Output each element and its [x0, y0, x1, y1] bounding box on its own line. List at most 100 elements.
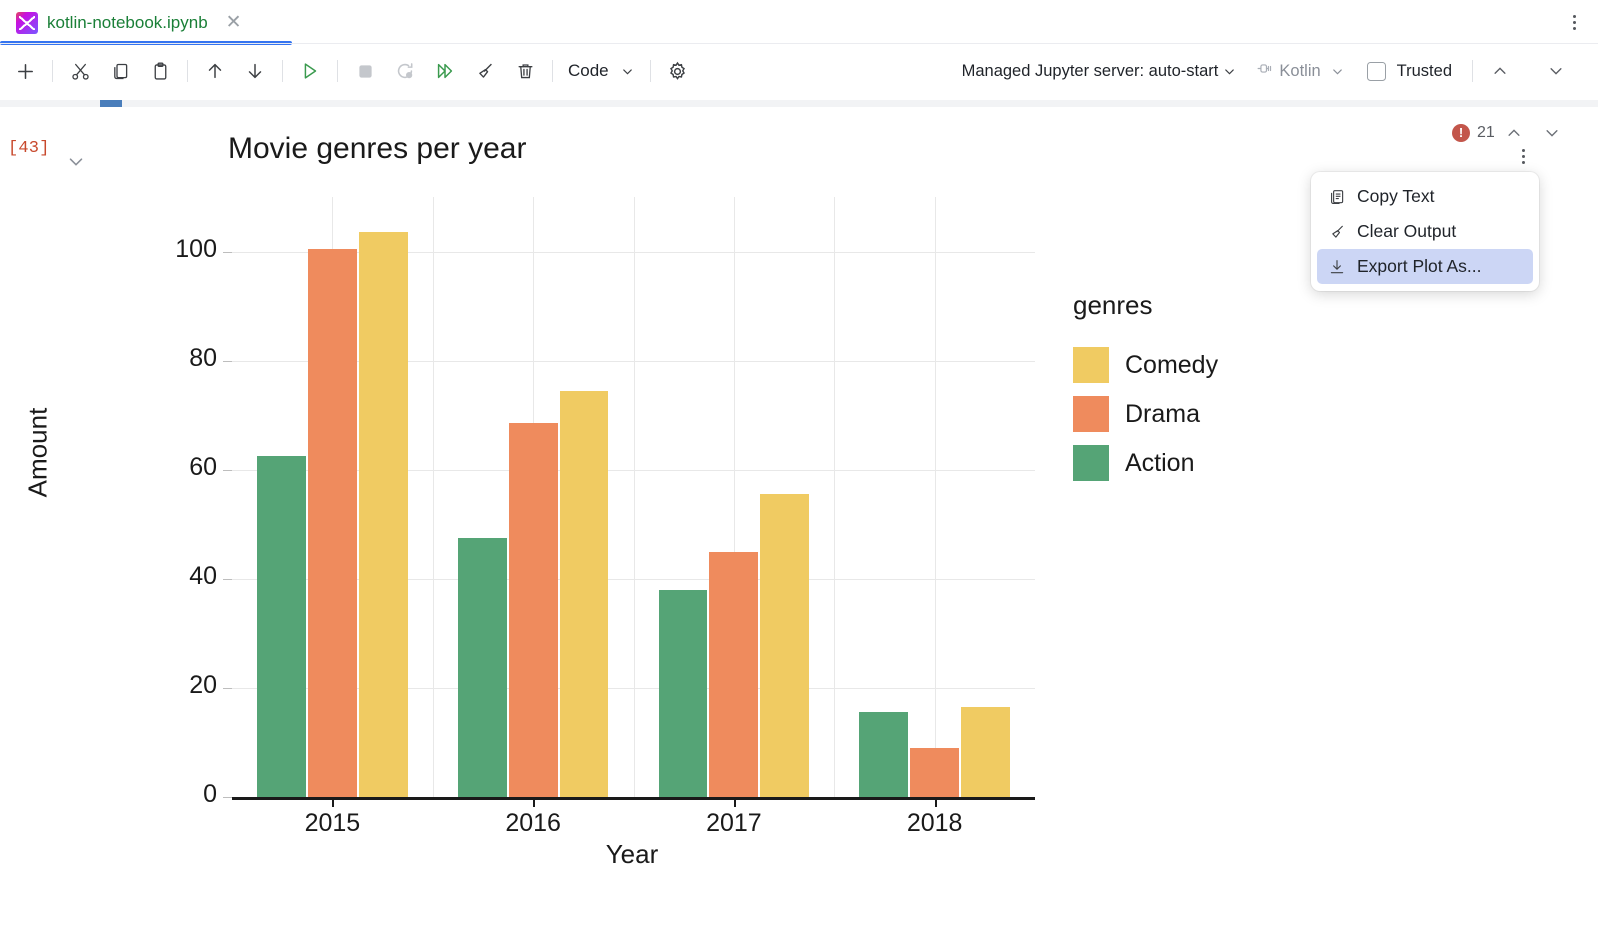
chart-category-gridline: [433, 197, 434, 797]
run-cell-button[interactable]: [290, 51, 330, 91]
paste-cell-button[interactable]: [140, 51, 180, 91]
download-icon: [1327, 257, 1346, 276]
legend-item[interactable]: Action: [1073, 445, 1303, 481]
legend-swatch: [1073, 396, 1109, 432]
toolbar-divider: [187, 60, 188, 82]
cut-cell-button[interactable]: [60, 51, 100, 91]
menu-item-export-plot-as[interactable]: Export Plot As...: [1317, 249, 1533, 284]
chart-x-axis-line: [232, 797, 1035, 800]
menu-item-copy-text[interactable]: Copy Text: [1317, 179, 1533, 214]
tab-bar-divider: [0, 43, 1598, 44]
chart-bar: [910, 747, 960, 797]
move-cell-down-button[interactable]: [235, 51, 275, 91]
chart-bar: [658, 589, 708, 797]
toolbar-right-group: Managed Jupyter server: auto-start Kotli…: [962, 51, 1598, 91]
chart-y-tick-mark: [223, 469, 232, 471]
toolbar-divider: [282, 60, 283, 82]
output-more-vertical-icon[interactable]: [1515, 145, 1531, 167]
legend-swatch: [1073, 445, 1109, 481]
error-count: 21: [1477, 124, 1495, 141]
legend-label: Comedy: [1125, 350, 1219, 379]
chart-bar: [457, 537, 507, 797]
legend-item[interactable]: Comedy: [1073, 347, 1303, 383]
next-cell-button[interactable]: [1536, 51, 1576, 91]
chart-y-tick-label: 0: [203, 780, 217, 808]
kernel-selector[interactable]: Kotlin: [1255, 59, 1344, 83]
output-next-chevron-down-icon[interactable]: [1543, 124, 1561, 147]
chart-bar: [559, 390, 609, 797]
menu-item-clear-output[interactable]: Clear Output: [1317, 214, 1533, 249]
output-nav-group: [1505, 124, 1561, 147]
legend-swatch: [1073, 347, 1109, 383]
copy-cell-button[interactable]: [100, 51, 140, 91]
chart-x-tick-label: 2018: [906, 809, 963, 837]
trusted-toggle[interactable]: Trusted: [1366, 61, 1452, 81]
plug-icon: [1255, 59, 1274, 83]
output-prev-chevron-up-icon[interactable]: [1505, 124, 1523, 147]
chart-bar: [307, 248, 357, 797]
toolbar-divider: [52, 60, 53, 82]
chart-y-tick-mark: [223, 360, 232, 362]
chart-x-tick-label: 2016: [505, 809, 561, 837]
chevron-down-icon[interactable]: [1222, 64, 1237, 79]
chart-x-tick-mark: [533, 800, 535, 807]
chart-y-tick-mark: [223, 797, 232, 798]
copy-icon: [1327, 187, 1346, 206]
chart-y-tick-mark: [223, 578, 232, 580]
chevron-down-icon: [1330, 64, 1345, 79]
toolbar-divider: [649, 60, 651, 82]
tab-title: kotlin-notebook.ipynb: [47, 12, 208, 32]
chart-bar: [961, 707, 1010, 797]
chart-bar: [709, 551, 759, 797]
error-icon: !: [1452, 124, 1470, 142]
chart-bar: [760, 494, 810, 797]
restart-kernel-button[interactable]: [385, 51, 425, 91]
chart-x-tick-mark: [734, 800, 736, 807]
chart-title: Movie genres per year: [228, 132, 527, 165]
chart-x-tick-label: 2017: [706, 809, 762, 837]
error-status-badge[interactable]: ! 21: [1452, 124, 1495, 142]
execution-progress-bar: [100, 100, 122, 107]
clear-outputs-button[interactable]: [465, 51, 505, 91]
legend-title: genres: [1073, 290, 1153, 320]
legend-item[interactable]: Drama: [1073, 396, 1303, 432]
cell-type-dropdown[interactable]: Code: [560, 55, 643, 87]
window-more-icon[interactable]: [1564, 9, 1584, 35]
move-cell-up-button[interactable]: [195, 51, 235, 91]
chart-plot-area: 0 20 40 60 80 100 2015 2016 2017 2018: [175, 197, 1035, 837]
close-icon[interactable]: ✕: [226, 13, 242, 32]
delete-cell-button[interactable]: [505, 51, 545, 91]
kotlin-icon: [16, 11, 38, 34]
trusted-label: Trusted: [1396, 61, 1452, 80]
chart-legend: genres Comedy Drama Action: [1073, 290, 1303, 494]
chart-category-gridline: [935, 197, 936, 797]
output-context-menu: Copy Text Clear Output Export Plot As...: [1311, 172, 1539, 291]
interrupt-kernel-button[interactable]: [345, 51, 385, 91]
chart-bar: [358, 232, 408, 797]
run-all-button[interactable]: [425, 51, 465, 91]
prev-cell-button[interactable]: [1480, 51, 1520, 91]
chart-y-tick-label: 40: [189, 561, 217, 590]
chart-y-tick-label: 100: [175, 234, 217, 263]
menu-item-label: Copy Text: [1357, 186, 1435, 206]
chart-x-tick-mark: [332, 800, 334, 807]
add-cell-button[interactable]: [5, 51, 45, 91]
chart-y-axis-label: Amount: [22, 407, 53, 498]
chart-bar: [508, 423, 558, 797]
trusted-checkbox[interactable]: [1366, 61, 1386, 81]
jupyter-server-label[interactable]: Managed Jupyter server: auto-start: [962, 62, 1219, 81]
chart-y-tick-label: 80: [189, 343, 217, 372]
menu-item-label: Clear Output: [1357, 221, 1457, 241]
legend-label: Action: [1125, 448, 1195, 477]
chart-x-tick-label: 2015: [304, 809, 361, 837]
cell-type-label: Code: [568, 61, 609, 80]
settings-button[interactable]: [658, 51, 698, 91]
chevron-down-icon: [620, 64, 635, 79]
toolbar-divider: [337, 60, 338, 82]
chart-y-tick-label: 20: [189, 670, 217, 699]
notebook-toolbar: Code Managed Jupyter server: auto-start: [0, 45, 1598, 97]
broom-icon: [1327, 222, 1346, 241]
tab-kotlin-notebook[interactable]: kotlin-notebook.ipynb ✕: [0, 0, 258, 45]
chart-bar: [257, 456, 306, 797]
toolbar-divider: [552, 60, 553, 82]
